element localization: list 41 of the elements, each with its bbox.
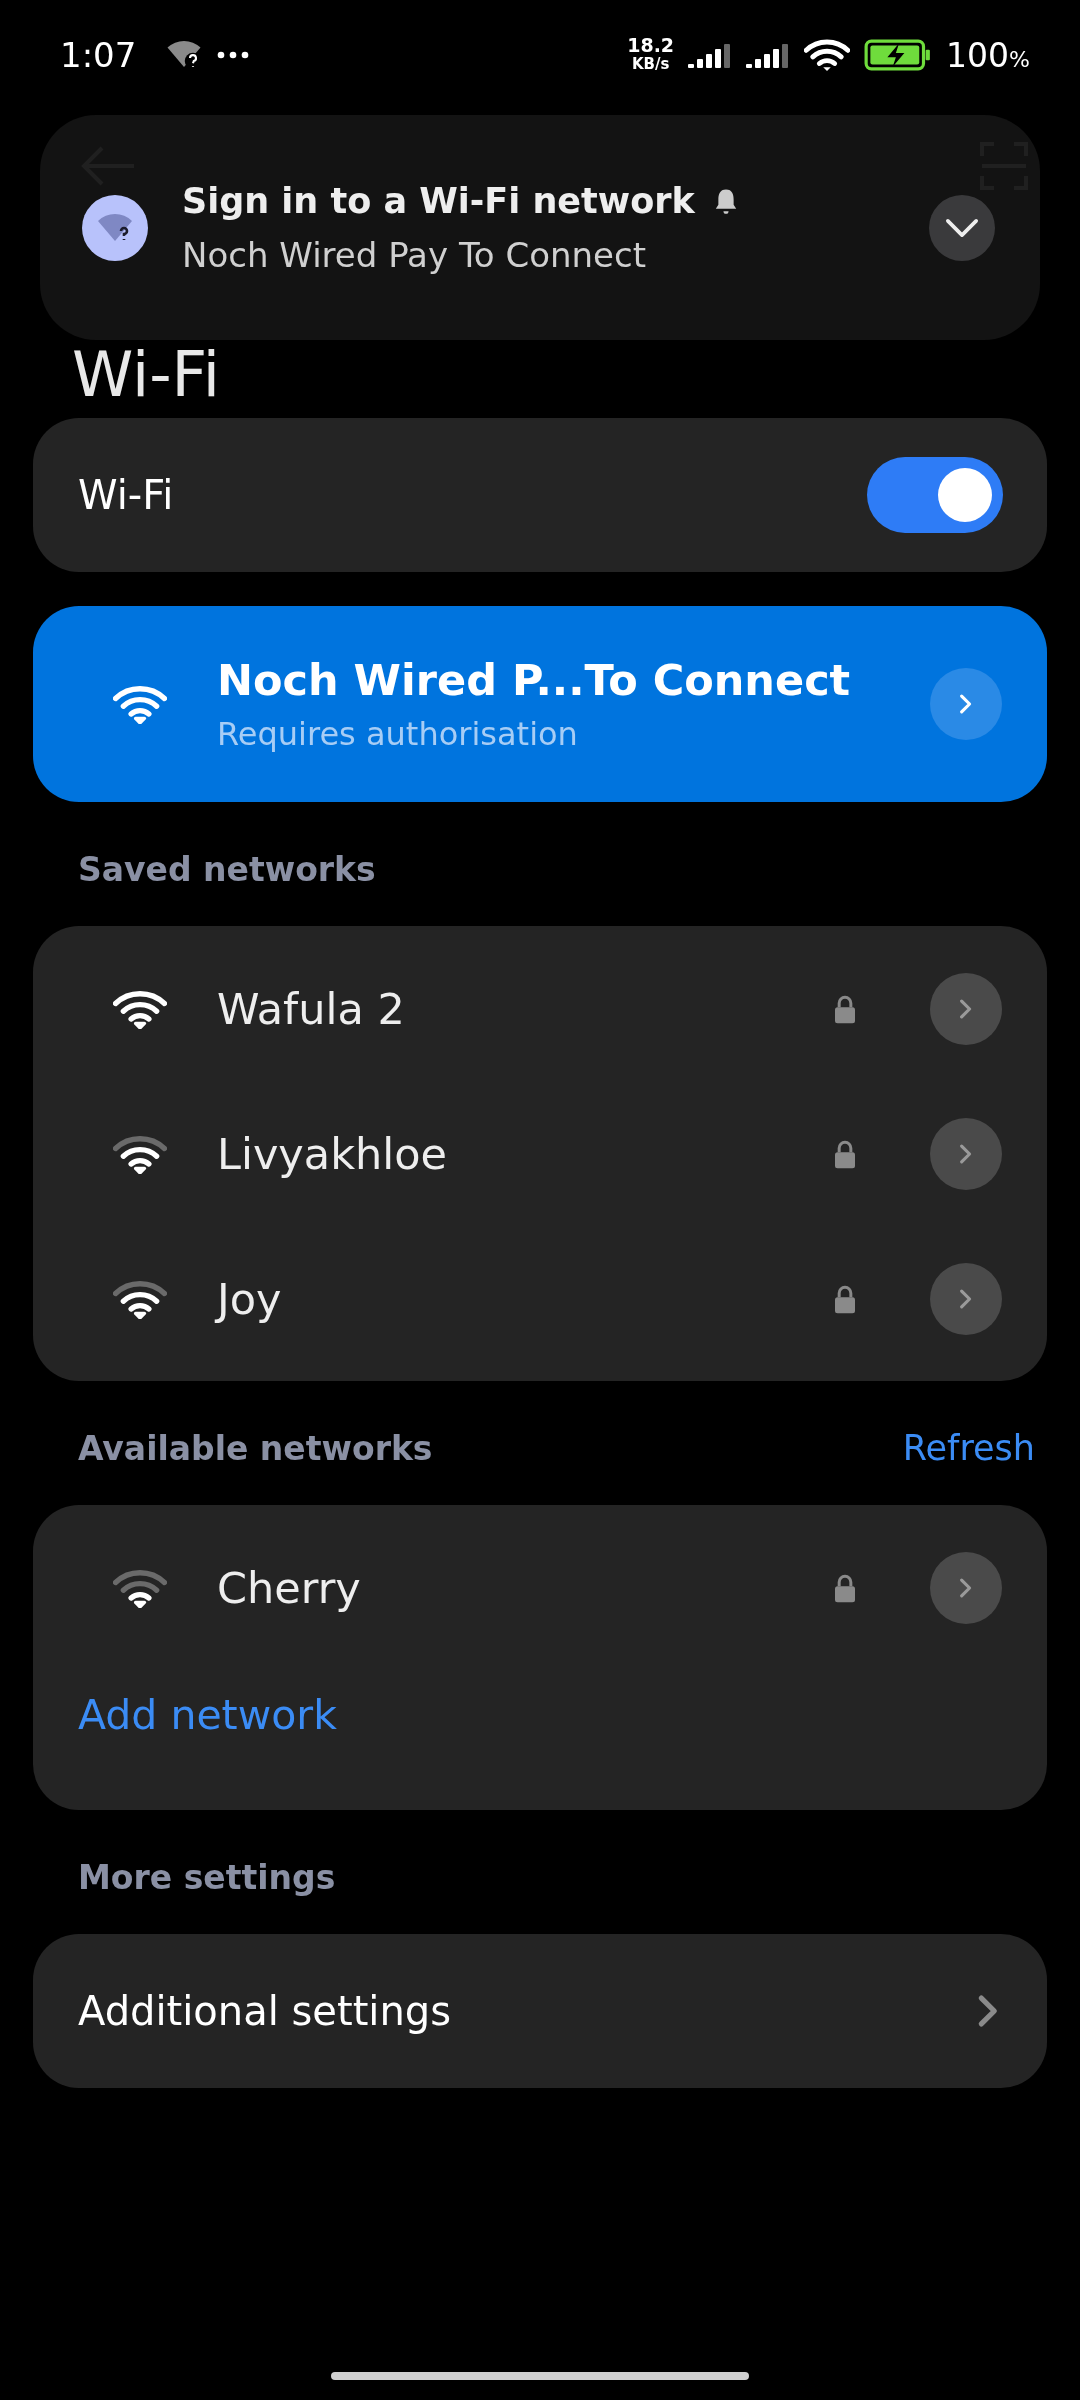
cellular-signal-icon bbox=[746, 42, 791, 68]
notification-text: Noch Wired Pay To Connect bbox=[182, 234, 648, 275]
network-name: Wafula 2 bbox=[217, 983, 406, 1034]
battery-charging-icon bbox=[864, 39, 933, 71]
section-heading: More settings bbox=[78, 1857, 336, 1897]
chevron-right-icon bbox=[959, 693, 973, 715]
connected-network-card[interactable]: Noch Wired P...To Connect Requires authorisation bbox=[33, 606, 1047, 802]
chevron-right-icon bbox=[959, 1576, 973, 1599]
notification-card[interactable]: Sign in to a Wi-Fi network Noch Wired Pay To Connect bbox=[40, 115, 1040, 340]
wifi-icon bbox=[804, 38, 851, 72]
wifi-question-icon bbox=[166, 40, 203, 70]
network-name: Cherry bbox=[217, 1562, 362, 1613]
network-status: Requires authorisation bbox=[217, 715, 579, 753]
chevron-right-icon bbox=[977, 1993, 999, 2029]
chevron-right-icon bbox=[959, 997, 973, 1020]
page-title: Wi-Fi bbox=[72, 344, 220, 406]
section-heading: Saved networks bbox=[78, 849, 376, 889]
add-network-button[interactable]: Add network bbox=[78, 1670, 337, 1760]
battery-percent: 100% bbox=[946, 35, 1030, 75]
refresh-button[interactable]: Refresh bbox=[902, 1428, 1035, 1468]
wifi-signal-icon bbox=[113, 684, 167, 724]
settings-label: Additional settings bbox=[78, 1988, 452, 2034]
network-row[interactable]: Wafula 2 bbox=[33, 936, 1047, 1081]
network-name: Noch Wired P...To Connect bbox=[217, 655, 852, 705]
section-heading: Available networks bbox=[78, 1428, 433, 1468]
network-row[interactable]: Livyakhloe bbox=[33, 1081, 1047, 1226]
wifi-question-icon bbox=[82, 194, 148, 261]
more-icon bbox=[216, 51, 251, 59]
network-row[interactable]: Cherry bbox=[33, 1515, 1047, 1660]
network-row[interactable]: Joy bbox=[33, 1226, 1047, 1371]
chevron-right-icon bbox=[959, 1287, 973, 1310]
home-indicator[interactable] bbox=[331, 2372, 749, 2380]
cellular-signal-icon bbox=[688, 42, 733, 68]
chevron-down-icon bbox=[945, 217, 979, 238]
network-speed: 18.2 KB/s bbox=[627, 36, 675, 74]
chevron-right-icon bbox=[959, 1142, 973, 1165]
wifi-label: Wi-Fi bbox=[78, 472, 174, 518]
network-name: Livyakhloe bbox=[217, 1128, 448, 1179]
notification-title: Sign in to a Wi-Fi network bbox=[182, 180, 695, 221]
status-time: 1:07 bbox=[60, 35, 137, 75]
additional-settings-row[interactable]: Additional settings bbox=[33, 1934, 1047, 2088]
